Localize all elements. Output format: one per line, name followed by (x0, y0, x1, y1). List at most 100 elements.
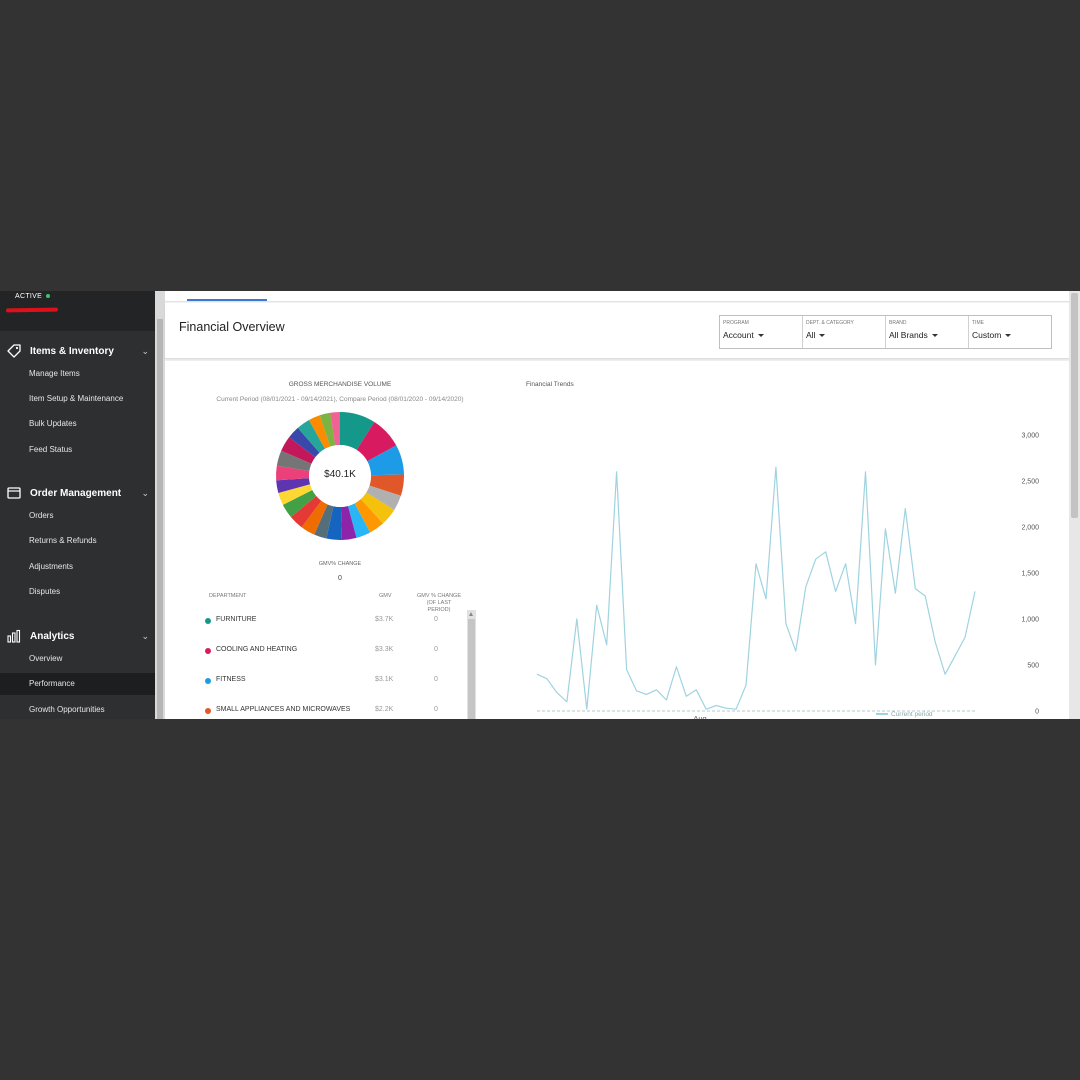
legend-dot-icon (205, 618, 211, 624)
data-point[interactable] (725, 707, 728, 710)
scrollbar-thumb[interactable] (1071, 293, 1078, 518)
data-point[interactable] (784, 622, 787, 625)
sidebar-item-bulk-updates[interactable]: Bulk Updates (0, 413, 155, 435)
table-row[interactable]: SMALL APPLIANCES AND MICROWAVES $2.2K 0 (205, 705, 470, 719)
account-header: ACTIVE (0, 291, 155, 331)
data-point[interactable] (715, 704, 718, 707)
data-point[interactable] (914, 587, 917, 590)
data-point[interactable] (944, 673, 947, 676)
data-point[interactable] (585, 708, 588, 711)
sidebar-item-item-setup[interactable]: Item Setup & Maintenance (0, 388, 155, 410)
sidebar-section-items-inventory[interactable]: Items & Inventory ⌄ (0, 342, 155, 360)
data-point[interactable] (884, 527, 887, 530)
data-point[interactable] (536, 673, 539, 676)
data-point[interactable] (545, 677, 548, 680)
data-point[interactable] (824, 550, 827, 553)
data-point[interactable] (804, 585, 807, 588)
data-point[interactable] (864, 470, 867, 473)
caret-down-icon (931, 334, 938, 338)
data-point[interactable] (735, 708, 738, 711)
data-point[interactable] (675, 665, 678, 668)
department-change: 0 (434, 616, 438, 623)
sidebar-item-manage-items[interactable]: Manage Items (0, 363, 155, 385)
filter-brand[interactable]: BRAND All Brands (886, 316, 969, 348)
data-point[interactable] (665, 698, 668, 701)
window-scrollbar[interactable] (1069, 291, 1080, 719)
department-gmv: $3.7K (375, 616, 394, 623)
filter-dept-category[interactable]: DEPT. & CATEGORY All (803, 316, 886, 348)
table-row[interactable]: COOLING AND HEATING $3.3K 0 (205, 645, 470, 659)
department-change: 0 (434, 706, 438, 713)
data-point[interactable] (575, 618, 578, 621)
series-line-current-period[interactable] (536, 466, 976, 710)
sidebar-item-overview[interactable]: Overview (0, 648, 155, 670)
data-point[interactable] (565, 700, 568, 703)
column-header-gmv[interactable]: GMV (379, 593, 392, 599)
page-scrollbar[interactable] (155, 291, 165, 719)
caret-down-icon (1005, 334, 1012, 338)
sidebar-item-performance[interactable]: Performance (0, 673, 155, 695)
trends-title: Financial Trends (526, 381, 574, 388)
chevron-down-icon[interactable]: ⌄ (141, 488, 149, 499)
sidebar-section-order-management[interactable]: Order Management ⌄ (0, 484, 155, 502)
data-point[interactable] (705, 708, 708, 711)
data-point[interactable] (685, 695, 688, 698)
column-header-gmv-change[interactable]: GMV % CHANGE (OF LAST PERIOD) (415, 593, 463, 614)
data-point[interactable] (794, 650, 797, 653)
data-point[interactable] (934, 641, 937, 644)
data-point[interactable] (555, 691, 558, 694)
data-point[interactable] (854, 622, 857, 625)
data-point[interactable] (764, 597, 767, 600)
data-point[interactable] (625, 668, 628, 671)
column-header-department[interactable]: DEPARTMENT (209, 593, 246, 599)
sidebar-section-analytics[interactable]: Analytics ⌄ (0, 627, 155, 645)
data-point[interactable] (874, 664, 877, 667)
data-point[interactable] (755, 562, 758, 565)
data-point[interactable] (814, 558, 817, 561)
sidebar-item-growth-opportunities[interactable]: Growth Opportunities (0, 699, 155, 719)
active-tab-indicator[interactable] (187, 299, 267, 301)
sidebar-item-returns-refunds[interactable]: Returns & Refunds (0, 530, 155, 552)
y-tick-label: 2,500 (1021, 479, 1039, 486)
data-point[interactable] (595, 604, 598, 607)
chart-legend[interactable]: Current period (876, 711, 933, 718)
data-point[interactable] (954, 654, 957, 657)
filter-label: TIME (972, 320, 984, 326)
sidebar-item-adjustments[interactable]: Adjustments (0, 556, 155, 578)
gmv-change-value: 0 (338, 575, 342, 582)
redacted-account-name (5, 307, 59, 313)
sidebar-item-feed-status[interactable]: Feed Status (0, 439, 155, 461)
table-row[interactable]: FURNITURE $3.7K 0 (205, 615, 470, 629)
data-point[interactable] (894, 592, 897, 595)
data-point[interactable] (834, 590, 837, 593)
financial-trends-chart[interactable]: 3,000 2,500 2,000 1,500 1,000 500 0 Aug (505, 391, 1069, 719)
sidebar-item-orders[interactable]: Orders (0, 505, 155, 527)
data-point[interactable] (605, 643, 608, 646)
gmv-total: $40.1K (324, 469, 356, 480)
data-point[interactable] (774, 466, 777, 469)
table-row[interactable]: FITNESS $3.1K 0 (205, 675, 470, 689)
table-scrollbar[interactable] (467, 610, 476, 719)
data-point[interactable] (645, 693, 648, 696)
chevron-down-icon[interactable]: ⌄ (141, 346, 149, 357)
content-panel: GROSS MERCHANDISE VOLUME Current Period … (165, 361, 1069, 719)
data-point[interactable] (695, 688, 698, 691)
data-point[interactable] (655, 688, 658, 691)
scrollbar-thumb[interactable] (157, 319, 163, 719)
data-point[interactable] (745, 684, 748, 687)
data-point[interactable] (844, 562, 847, 565)
cart-icon (7, 487, 21, 499)
data-point[interactable] (964, 636, 967, 639)
filter-time[interactable]: TIME Custom (969, 316, 1051, 348)
data-point[interactable] (904, 507, 907, 510)
filter-program[interactable]: PROGRAM Account (720, 316, 803, 348)
legend-label: Current period (891, 711, 933, 718)
scroll-up-icon[interactable] (469, 612, 473, 616)
data-point[interactable] (924, 595, 927, 598)
data-point[interactable] (635, 689, 638, 692)
data-point[interactable] (974, 590, 977, 593)
data-point[interactable] (615, 470, 618, 473)
scrollbar-thumb[interactable] (468, 619, 475, 719)
sidebar-item-disputes[interactable]: Disputes (0, 581, 155, 603)
chevron-down-icon[interactable]: ⌄ (141, 631, 149, 642)
